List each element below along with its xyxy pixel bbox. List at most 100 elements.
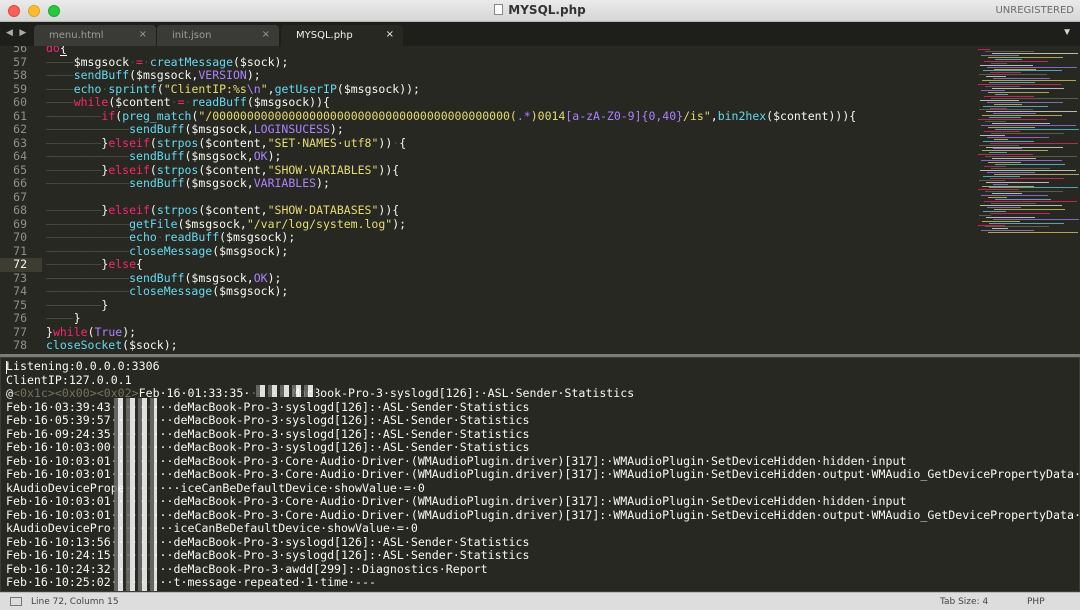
minimap-line [991, 97, 1078, 99]
line-number: 59 [13, 81, 27, 96]
close-tab-icon[interactable]: × [386, 29, 394, 40]
line-number: 76 [13, 311, 27, 325]
minimap-line [987, 206, 1021, 208]
tab-navigation-arrows[interactable]: ◀ ▶ [6, 27, 28, 38]
minimap-line [984, 60, 1048, 62]
minimap-line [995, 199, 1051, 201]
minimap-line [980, 205, 1062, 206]
code-line[interactable]: ――――――――――――echo·readBuff($msgsock); [46, 230, 295, 245]
output-line: Feb·16·09:24:35·········deMacBook-Pro-3·… [6, 426, 530, 441]
minimap-line [979, 214, 991, 216]
tab-mysql-php[interactable]: MYSQL.php × [281, 25, 403, 46]
minimap-line [982, 185, 1034, 187]
line-number: 75 [13, 297, 27, 312]
minimap-line [986, 111, 1077, 113]
minimap-line [990, 107, 1007, 109]
line-number: 62 [13, 122, 27, 136]
minimap-line [986, 76, 1006, 78]
minimap-line [985, 121, 1006, 123]
code-line[interactable]: ――――――――――――sendBuff($msgsock,LOGINSUCES… [46, 122, 344, 137]
code-line[interactable]: ――――――――} [46, 298, 108, 313]
line-number: 60 [13, 95, 27, 109]
minimap-line [980, 99, 1019, 101]
line-number: 68 [13, 203, 27, 217]
output-line: Feb·16·10:24:32·········deMacBook-Pro-3·… [6, 561, 488, 576]
minimap-line [986, 216, 1035, 218]
minimap-line [989, 222, 1064, 224]
status-bar: Line 72, Column 15 Tab Size: 4 PHP [0, 592, 1080, 610]
minimap-line [995, 164, 1065, 166]
code-line[interactable]: ――――while($content·=·readBuff($msgsock))… [46, 95, 330, 110]
minimap-line [985, 156, 1077, 158]
output-panel[interactable]: Listening:0.0.0.0:3306 ClientIP:127.0.0.1… [0, 357, 1080, 592]
syntax-selector[interactable]: PHP [1027, 597, 1045, 607]
output-line: @<0x1c><0x00><0x02>Feb·16·01:33:35······… [6, 386, 635, 400]
minimap-line [989, 117, 1021, 119]
panel-toggle-icon[interactable] [10, 597, 22, 606]
code-line[interactable]: ――――――――}elseif(strpos($content,"SET·NAM… [46, 136, 406, 151]
minimap-line [983, 105, 1048, 107]
line-number: 61 [13, 108, 27, 123]
tab-label: MYSQL.php [296, 30, 353, 41]
minimap-line [992, 228, 1008, 230]
minimap-line [986, 181, 1049, 183]
code-line[interactable]: ――――――――――――sendBuff($msgsock,VARIABLES)… [46, 176, 330, 191]
minimap-line [984, 166, 1006, 167]
code-line[interactable]: ――――sendBuff($msgsock,VERSION); [46, 68, 261, 83]
tab-bar: ◀ ▶ menu.html × init.json × MYSQL.php × … [0, 22, 1080, 46]
code-line[interactable]: ――――――――}elseif(strpos($content,"SHOW·DA… [46, 203, 399, 218]
minimap-line [981, 125, 1076, 127]
line-number: 66 [13, 176, 27, 190]
code-line[interactable]: ――――echo·sprintf("ClientIP:%s\n",getUser… [46, 82, 420, 97]
output-line: kAudioDevicePrope········iceCanBeDefault… [6, 480, 425, 495]
minimap-line [994, 103, 1022, 105]
code-line[interactable]: ――――――――――――getFile($msgsock,"/var/log/s… [46, 217, 406, 232]
minimap-line [989, 152, 1007, 154]
minimap-line [992, 158, 1036, 160]
code-line[interactable]: ――――} [46, 311, 81, 326]
output-line: Feb·16·10:03:01·········deMacBook-Pro-3·… [6, 467, 1080, 481]
output-line: Feb·16·10:03:00·········deMacBook-Pro-3·… [6, 440, 530, 454]
minimap-line [985, 50, 1034, 52]
minimap-line [987, 66, 1077, 68]
minimap-line [994, 208, 1065, 210]
minimap-line [995, 58, 1022, 60]
code-editor[interactable]: 56 57 58 59 60 61 62 63 64 65 66 67 68 69 70 71 72 73 74 75… [0, 46, 1080, 354]
minimap-line [992, 123, 1050, 125]
code-line[interactable]: ――――――――――――sendBuff($msgsock,OK); [46, 271, 281, 286]
window-title: MYSQL.php [0, 3, 1080, 17]
minimap-line [993, 183, 1008, 185]
tab-init-json[interactable]: init.json × [157, 25, 279, 46]
tab-menu-html[interactable]: menu.html × [34, 25, 156, 46]
output-line: ClientIP:127.0.0.1 [6, 372, 132, 387]
minimap-line [981, 160, 1062, 162]
code-line[interactable]: ――――――――if(preg_match("/0000000000000000… [46, 109, 856, 124]
code-line[interactable]: ――――――――}elseif(strpos($content,"SHOW·VA… [46, 163, 399, 178]
code-line[interactable]: ――――――――――――closeMessage($msgsock); [46, 284, 288, 299]
output-line: Listening:0.0.0.0:3306 [6, 359, 160, 373]
minimap-line [991, 203, 1036, 205]
minimap-line [988, 232, 1078, 234]
minimap-line [983, 70, 1062, 72]
line-number-gutter: 56 57 58 59 60 61 62 63 64 65 66 67 68 69 70 71 72 73 74 75… [0, 46, 38, 354]
minimap-line [979, 179, 1005, 181]
minimap-line [990, 212, 1050, 214]
minimap[interactable] [975, 46, 1080, 236]
code-line[interactable]: closeSocket($sock); [46, 338, 178, 353]
code-line[interactable]: ――――――――}else{ [46, 257, 143, 272]
tab-label: init.json [172, 30, 212, 41]
code-line[interactable]: ――――――――――――closeMessage($msgsock); [46, 244, 288, 259]
close-tab-icon[interactable]: × [262, 29, 270, 40]
minimap-line [987, 171, 1035, 173]
minimap-line [990, 177, 1064, 179]
code-line[interactable]: ――――――――――――sendBuff($msgsock,OK); [46, 149, 281, 164]
code-line[interactable]: ――――$msgsock·=·creatMessage($sock); [46, 55, 288, 70]
tab-size-selector[interactable]: Tab Size: 4 [940, 597, 988, 607]
minimap-line [993, 218, 1079, 220]
output-line: Feb·16·05:39:57·········deMacBook-Pro-3·… [6, 413, 530, 427]
code-line[interactable]: }while(True); [46, 325, 136, 340]
redaction-mask [256, 385, 316, 397]
tab-list-dropdown-icon[interactable]: ▼ [1062, 27, 1072, 38]
close-tab-icon[interactable]: × [139, 29, 147, 40]
minimap-line [982, 80, 1076, 82]
